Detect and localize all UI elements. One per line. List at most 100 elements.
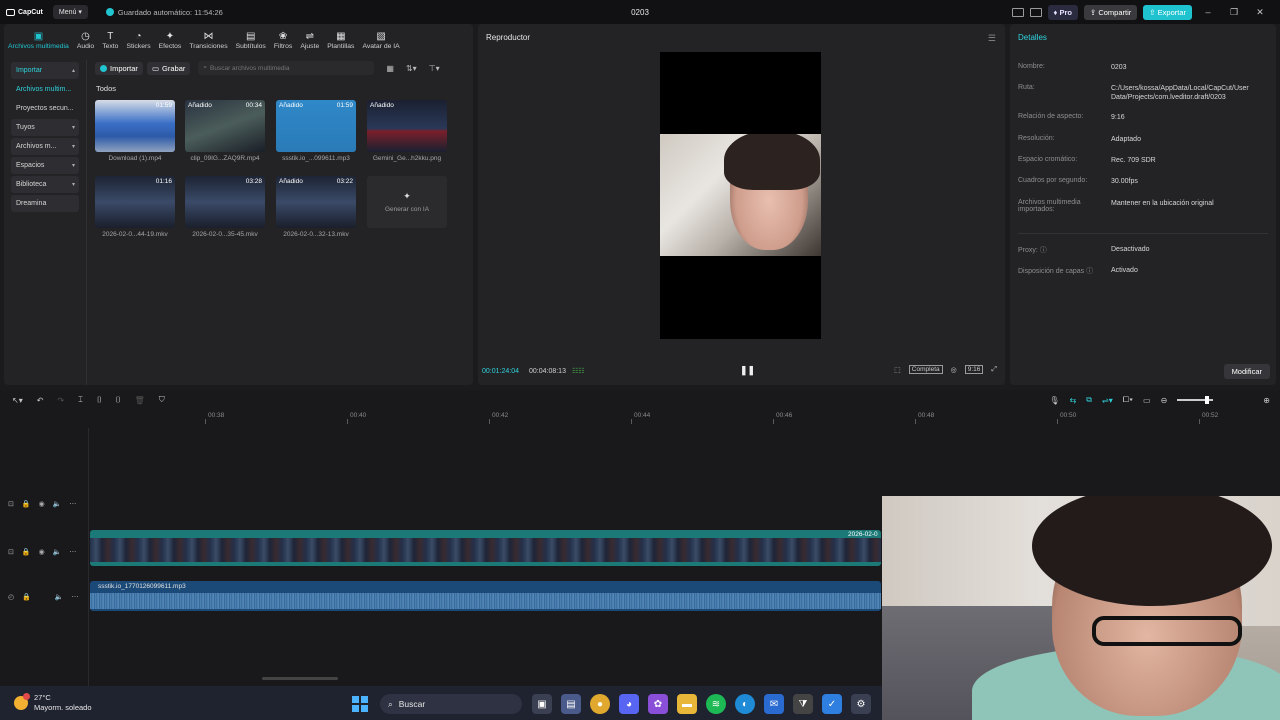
tab-3[interactable]: ◔ Stickers bbox=[122, 26, 154, 51]
media-item[interactable]: 01:16 2026-02-0...44-19.mkv bbox=[95, 176, 175, 238]
generate-ai-button[interactable]: ✦ Generar con IA bbox=[367, 176, 447, 228]
tab-5[interactable]: ⋈ Transiciones bbox=[185, 26, 231, 51]
tab-10[interactable]: ▧ Avatar de IA bbox=[358, 26, 403, 51]
record-button[interactable]: ▭ Grabar bbox=[146, 61, 191, 75]
app-icon[interactable]: ▤ bbox=[561, 694, 581, 714]
visibility-icon[interactable]: ◉ bbox=[39, 500, 45, 508]
zoom-slider-knob[interactable] bbox=[1205, 396, 1210, 404]
preview-axis-icon[interactable]: ⧠▾ bbox=[1123, 395, 1133, 405]
sidebar-item-5[interactable]: Espacios ▾ bbox=[11, 157, 79, 174]
discord-icon[interactable]: ◕ bbox=[619, 694, 639, 714]
more-icon[interactable]: ⋯ bbox=[69, 548, 76, 556]
timeline-view-icon[interactable]: ☷☷ bbox=[572, 367, 585, 375]
copilot-icon[interactable]: ✿ bbox=[648, 694, 668, 714]
delete-icon[interactable]: 🗑 bbox=[135, 396, 145, 405]
fit-timeline-icon[interactable]: ▭ bbox=[1143, 396, 1151, 405]
weather-widget[interactable]: 27°C Mayorm. soleado bbox=[14, 693, 92, 713]
sidebar-item-4[interactable]: Archivos m... ▾ bbox=[11, 138, 79, 155]
track-cover-icon[interactable]: ⊡ bbox=[8, 548, 14, 556]
tab-8[interactable]: ⇌ Ajuste bbox=[296, 26, 323, 51]
sidebar-item-0[interactable]: Importar ▴ bbox=[11, 62, 79, 79]
settings-icon[interactable]: ⚙ bbox=[851, 694, 871, 714]
audio-track-icon[interactable]: ◴ bbox=[8, 593, 14, 601]
timeline-scrollbar[interactable] bbox=[262, 677, 338, 680]
media-search-input[interactable] bbox=[210, 64, 361, 72]
redo-icon[interactable]: ↷ bbox=[57, 396, 64, 405]
media-item[interactable]: Añadido 03:22 2026-02-0...32-13.mkv bbox=[276, 176, 356, 238]
audio-clip[interactable]: ssstik.io_1770126099611.mp3 bbox=[90, 581, 881, 611]
sort-icon[interactable]: ⇅▾ bbox=[406, 64, 417, 73]
menu-button[interactable]: Menú ▾ bbox=[52, 5, 88, 19]
microphone-icon[interactable]: 🎙 bbox=[1049, 396, 1059, 405]
media-search[interactable]: ⌕ bbox=[198, 61, 375, 75]
tab-2[interactable]: T Texto bbox=[98, 26, 122, 51]
close-icon[interactable]: ✕ bbox=[1250, 7, 1270, 18]
auto-snap-icon[interactable]: ⧉ bbox=[1086, 395, 1092, 405]
media-item[interactable]: Añadido 01:59 ssstik.io_...099611.mp3 bbox=[276, 100, 356, 162]
zoom-slider[interactable] bbox=[1177, 396, 1214, 404]
minimize-icon[interactable]: – bbox=[1198, 7, 1218, 17]
pause-button[interactable]: ❚❚ bbox=[740, 365, 755, 376]
grid-view-icon[interactable]: ▦ bbox=[386, 64, 394, 73]
sidebar-item-1[interactable]: Archivos multim... bbox=[11, 81, 79, 98]
sidebar-item-2[interactable]: Proyectos secun... bbox=[11, 100, 79, 117]
split-icon[interactable]: ⌶ bbox=[78, 395, 83, 405]
windows-start-icon[interactable] bbox=[352, 696, 368, 712]
mute-icon[interactable]: 🔈 bbox=[53, 500, 62, 508]
zoom-out-icon[interactable]: ⊖ bbox=[1161, 396, 1168, 405]
restore-icon[interactable]: ❐ bbox=[1224, 7, 1244, 18]
sidebar-item-3[interactable]: Tuyos ▾ bbox=[11, 119, 79, 136]
fullscreen-icon[interactable]: ⤢ bbox=[991, 366, 997, 374]
sidebar-item-6[interactable]: Biblioteca ▾ bbox=[11, 176, 79, 193]
split-right-icon[interactable]: ⌷ bbox=[116, 395, 121, 405]
tab-0[interactable]: ▣ Archivos multimedia bbox=[4, 26, 73, 51]
visibility-icon[interactable]: ◉ bbox=[39, 548, 45, 556]
quality-button[interactable]: Completa bbox=[908, 365, 943, 374]
zoom-in-icon[interactable]: ⊕ bbox=[1263, 396, 1270, 405]
tab-4[interactable]: ✦ Efectos bbox=[155, 26, 186, 51]
mute-icon[interactable]: 🔈 bbox=[55, 593, 64, 601]
undo-icon[interactable]: ↶ bbox=[37, 396, 44, 405]
import-button[interactable]: Importar bbox=[95, 61, 143, 75]
tab-7[interactable]: ❀ Filtros bbox=[270, 26, 297, 51]
mail-icon[interactable]: ✉ bbox=[764, 694, 784, 714]
video-clip[interactable]: 2026-02-0 bbox=[90, 530, 881, 566]
capcut-taskbar-icon[interactable]: ⧩ bbox=[793, 694, 813, 714]
split-left-icon[interactable]: ⌷ bbox=[97, 395, 102, 405]
tab-9[interactable]: ▦ Plantillas bbox=[323, 26, 358, 51]
main-track-magnet-icon[interactable]: ⇆ bbox=[1070, 396, 1077, 405]
pro-button[interactable]: ♦ Pro bbox=[1047, 4, 1078, 20]
taskbar-search[interactable]: ⌕ Buscar bbox=[380, 694, 522, 714]
share-button[interactable]: ⇪ Compartir bbox=[1083, 4, 1138, 20]
tab-6[interactable]: ▤ Subtítulos bbox=[232, 26, 270, 51]
layout-icon[interactable] bbox=[1011, 7, 1024, 17]
shortcuts-icon[interactable] bbox=[1029, 7, 1042, 17]
select-tool-icon[interactable]: ↖▾ bbox=[12, 396, 23, 405]
more-icon[interactable]: ⋯ bbox=[69, 500, 76, 508]
media-item[interactable]: Añadido 00:34 clip_09IG...ZAQ9R.mp4 bbox=[185, 100, 265, 162]
marker-icon[interactable]: ⛉ bbox=[159, 395, 165, 405]
track-cover-icon[interactable]: ⊡ bbox=[8, 500, 14, 508]
lock-icon[interactable]: 🔒 bbox=[22, 500, 31, 508]
lock-icon[interactable]: 🔒 bbox=[22, 593, 31, 601]
sidebar-item-7[interactable]: Dreamina bbox=[11, 195, 79, 212]
chrome-icon[interactable]: ● bbox=[590, 694, 610, 714]
mute-icon[interactable]: 🔈 bbox=[53, 548, 62, 556]
spotify-icon[interactable]: ≋ bbox=[706, 694, 726, 714]
media-item[interactable]: 01:59 Download (1).mp4 bbox=[95, 100, 175, 162]
ratio-button[interactable]: 9:16 bbox=[964, 365, 984, 374]
generate-ai-item[interactable]: ✦ Generar con IA bbox=[367, 176, 447, 228]
media-item[interactable]: Añadido Gemini_Ge...h2kku.png bbox=[367, 100, 447, 162]
video-preview[interactable] bbox=[660, 52, 821, 339]
crop-icon[interactable]: ⬚ bbox=[894, 366, 901, 374]
snapshot-icon[interactable]: ◎ bbox=[951, 366, 957, 374]
time-ruler[interactable]: 00:38 00:40 00:42 00:44 00:46 00:48 00:50 00:52 bbox=[90, 410, 1280, 424]
task-view-icon[interactable]: ▣ bbox=[532, 694, 552, 714]
linkage-icon[interactable]: ⇌▾ bbox=[1102, 396, 1113, 405]
player-menu-icon[interactable]: ☰ bbox=[988, 33, 996, 44]
lock-icon[interactable]: 🔒 bbox=[22, 548, 31, 556]
edge-icon[interactable]: ◐ bbox=[735, 694, 755, 714]
export-button[interactable]: ⇧ Exportar bbox=[1143, 4, 1192, 20]
file-explorer-icon[interactable]: ▬ bbox=[677, 694, 697, 714]
media-item[interactable]: 03:28 2026-02-0...35-45.mkv bbox=[185, 176, 265, 238]
